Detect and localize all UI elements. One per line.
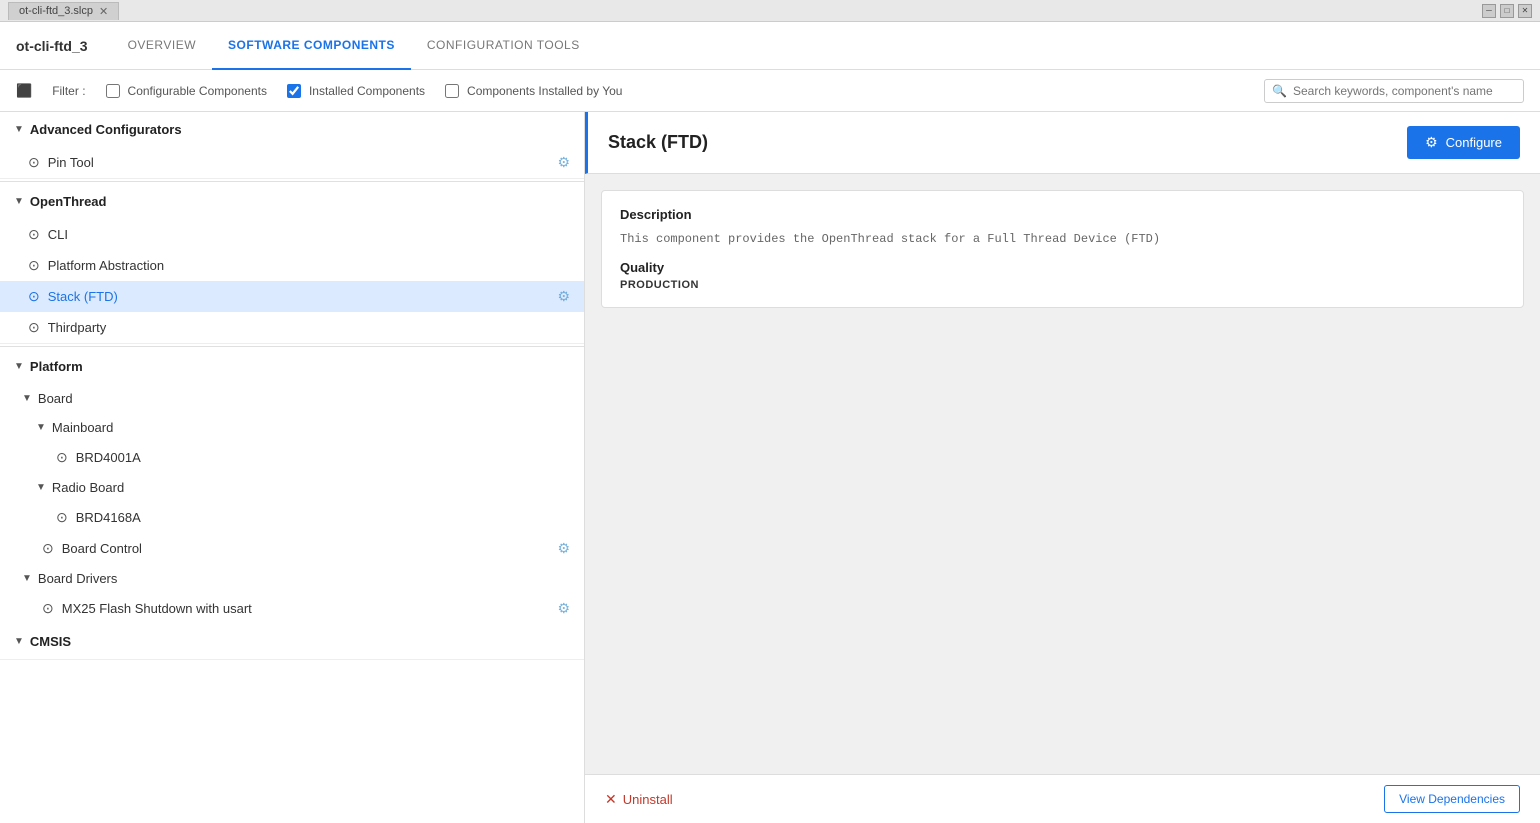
arrow-icon: ▼ bbox=[14, 636, 24, 647]
section-header-mainboard[interactable]: ▼ Mainboard bbox=[0, 413, 584, 442]
divider bbox=[0, 181, 584, 182]
uninstall-button[interactable]: ✕ Uninstall bbox=[605, 791, 673, 808]
quality-heading: Quality bbox=[620, 260, 1505, 275]
installed-by-you-checkbox[interactable] bbox=[445, 84, 459, 98]
section-header-cmsis[interactable]: ▼ CMSIS bbox=[0, 624, 584, 659]
configure-button[interactable]: ⚙ Configure bbox=[1407, 126, 1520, 159]
tab-overview[interactable]: OVERVIEW bbox=[112, 22, 212, 70]
section-header-openthread[interactable]: ▼ OpenThread bbox=[0, 184, 584, 219]
check-icon: ⊙ bbox=[42, 540, 54, 557]
gear-button-board-control[interactable]: ⚙ bbox=[557, 540, 570, 557]
check-icon: ⊙ bbox=[28, 257, 40, 274]
section-header-radio-board[interactable]: ▼ Radio Board bbox=[0, 473, 584, 502]
sidebar-item-cli[interactable]: ⊙ CLI bbox=[0, 219, 584, 250]
installed-components-filter[interactable]: Installed Components bbox=[287, 84, 425, 98]
tab-software-components[interactable]: SOFTWARE COMPONENTS bbox=[212, 22, 411, 70]
arrow-icon: ▼ bbox=[22, 573, 32, 584]
window-tab-label: ot-cli-ftd_3.slcp bbox=[19, 5, 93, 17]
quality-value: PRODUCTION bbox=[620, 279, 1505, 291]
window-controls: ─ □ ✕ bbox=[1482, 4, 1532, 18]
filter-icon: ⬛ bbox=[16, 83, 32, 99]
top-nav: ot-cli-ftd_3 OVERVIEW SOFTWARE COMPONENT… bbox=[0, 22, 1540, 70]
section-items-openthread: ⊙ CLI ⊙ Platform Abstraction ⊙ Stack (FT… bbox=[0, 219, 584, 343]
main-layout: ▼ Advanced Configurators ⊙ Pin Tool ⚙ ▼ … bbox=[0, 112, 1540, 823]
filter-label: Filter : bbox=[52, 84, 85, 98]
minimize-button[interactable]: ─ bbox=[1482, 4, 1496, 18]
configurable-components-filter[interactable]: Configurable Components bbox=[106, 84, 267, 98]
gear-button-pin-tool[interactable]: ⚙ bbox=[557, 154, 570, 171]
check-icon-selected: ⊙ bbox=[28, 288, 40, 305]
check-icon: ⊙ bbox=[28, 319, 40, 336]
gear-button-mx25-flash[interactable]: ⚙ bbox=[557, 600, 570, 617]
search-icon: 🔍 bbox=[1272, 84, 1287, 98]
window-tab[interactable]: ot-cli-ftd_3.slcp ✕ bbox=[8, 2, 119, 20]
search-container: 🔍 bbox=[1264, 79, 1524, 103]
installed-by-you-filter[interactable]: Components Installed by You bbox=[445, 84, 622, 98]
check-icon: ⊙ bbox=[28, 154, 40, 171]
component-body: Description This component provides the … bbox=[585, 174, 1540, 774]
check-icon: ⊙ bbox=[56, 449, 68, 466]
section-advanced-configurators: ▼ Advanced Configurators ⊙ Pin Tool ⚙ bbox=[0, 112, 584, 179]
check-icon: ⊙ bbox=[28, 226, 40, 243]
uninstall-icon: ✕ bbox=[605, 791, 617, 808]
section-openthread: ▼ OpenThread ⊙ CLI ⊙ Platform Abstractio… bbox=[0, 184, 584, 344]
sidebar-item-mx25-flash[interactable]: ⊙ MX25 Flash Shutdown with usart ⚙ bbox=[0, 593, 584, 624]
installed-components-checkbox[interactable] bbox=[287, 84, 301, 98]
arrow-icon: ▼ bbox=[14, 361, 24, 372]
arrow-icon: ▼ bbox=[14, 196, 24, 207]
right-panel: Stack (FTD) ⚙ Configure Description This… bbox=[585, 112, 1540, 823]
sidebar-item-stack-ftd[interactable]: ⊙ Stack (FTD) ⚙ bbox=[0, 281, 584, 312]
configurable-components-checkbox[interactable] bbox=[106, 84, 120, 98]
view-dependencies-button[interactable]: View Dependencies bbox=[1384, 785, 1520, 813]
sidebar-item-pin-tool[interactable]: ⊙ Pin Tool ⚙ bbox=[0, 147, 584, 178]
sidebar-item-brd4001a[interactable]: ⊙ BRD4001A bbox=[0, 442, 584, 473]
window-tab-close[interactable]: ✕ bbox=[99, 5, 108, 18]
section-header-board[interactable]: ▼ Board bbox=[0, 384, 584, 413]
check-icon: ⊙ bbox=[56, 509, 68, 526]
app-title: ot-cli-ftd_3 bbox=[16, 38, 88, 54]
search-input[interactable] bbox=[1264, 79, 1524, 103]
description-heading: Description bbox=[620, 207, 1505, 222]
gear-button-stack-ftd[interactable]: ⚙ bbox=[557, 288, 570, 305]
description-card: Description This component provides the … bbox=[601, 190, 1524, 308]
section-header-board-drivers[interactable]: ▼ Board Drivers bbox=[0, 564, 584, 593]
sidebar-item-platform-abstraction[interactable]: ⊙ Platform Abstraction bbox=[0, 250, 584, 281]
component-title: Stack (FTD) bbox=[608, 132, 708, 153]
bottom-bar: ✕ Uninstall View Dependencies bbox=[585, 774, 1540, 823]
sidebar-item-brd4168a[interactable]: ⊙ BRD4168A bbox=[0, 502, 584, 533]
component-header: Stack (FTD) ⚙ Configure bbox=[585, 112, 1540, 174]
check-icon: ⊙ bbox=[42, 600, 54, 617]
sidebar-item-thirdparty[interactable]: ⊙ Thirdparty bbox=[0, 312, 584, 343]
sidebar: ▼ Advanced Configurators ⊙ Pin Tool ⚙ ▼ … bbox=[0, 112, 585, 823]
arrow-icon: ▼ bbox=[36, 422, 46, 433]
maximize-button[interactable]: □ bbox=[1500, 4, 1514, 18]
filter-bar: ⬛ Filter : Configurable Components Insta… bbox=[0, 70, 1540, 112]
sidebar-item-board-control[interactable]: ⊙ Board Control ⚙ bbox=[0, 533, 584, 564]
description-text: This component provides the OpenThread s… bbox=[620, 230, 1505, 248]
section-platform: ▼ Platform ▼ Board ▼ Mainboard ⊙ BRD4001… bbox=[0, 349, 584, 660]
arrow-icon: ▼ bbox=[14, 124, 24, 135]
section-items-platform: ▼ Board ▼ Mainboard ⊙ BRD4001A ▼ Radio B… bbox=[0, 384, 584, 659]
section-items-advanced-configurators: ⊙ Pin Tool ⚙ bbox=[0, 147, 584, 178]
divider bbox=[0, 346, 584, 347]
window-chrome: ot-cli-ftd_3.slcp ✕ ─ □ ✕ bbox=[0, 0, 1540, 22]
arrow-icon: ▼ bbox=[22, 393, 32, 404]
configure-gear-icon: ⚙ bbox=[1425, 134, 1438, 151]
tab-configuration-tools[interactable]: CONFIGURATION TOOLS bbox=[411, 22, 596, 70]
close-button[interactable]: ✕ bbox=[1518, 4, 1532, 18]
arrow-icon: ▼ bbox=[36, 482, 46, 493]
section-header-advanced-configurators[interactable]: ▼ Advanced Configurators bbox=[0, 112, 584, 147]
section-header-platform[interactable]: ▼ Platform bbox=[0, 349, 584, 384]
